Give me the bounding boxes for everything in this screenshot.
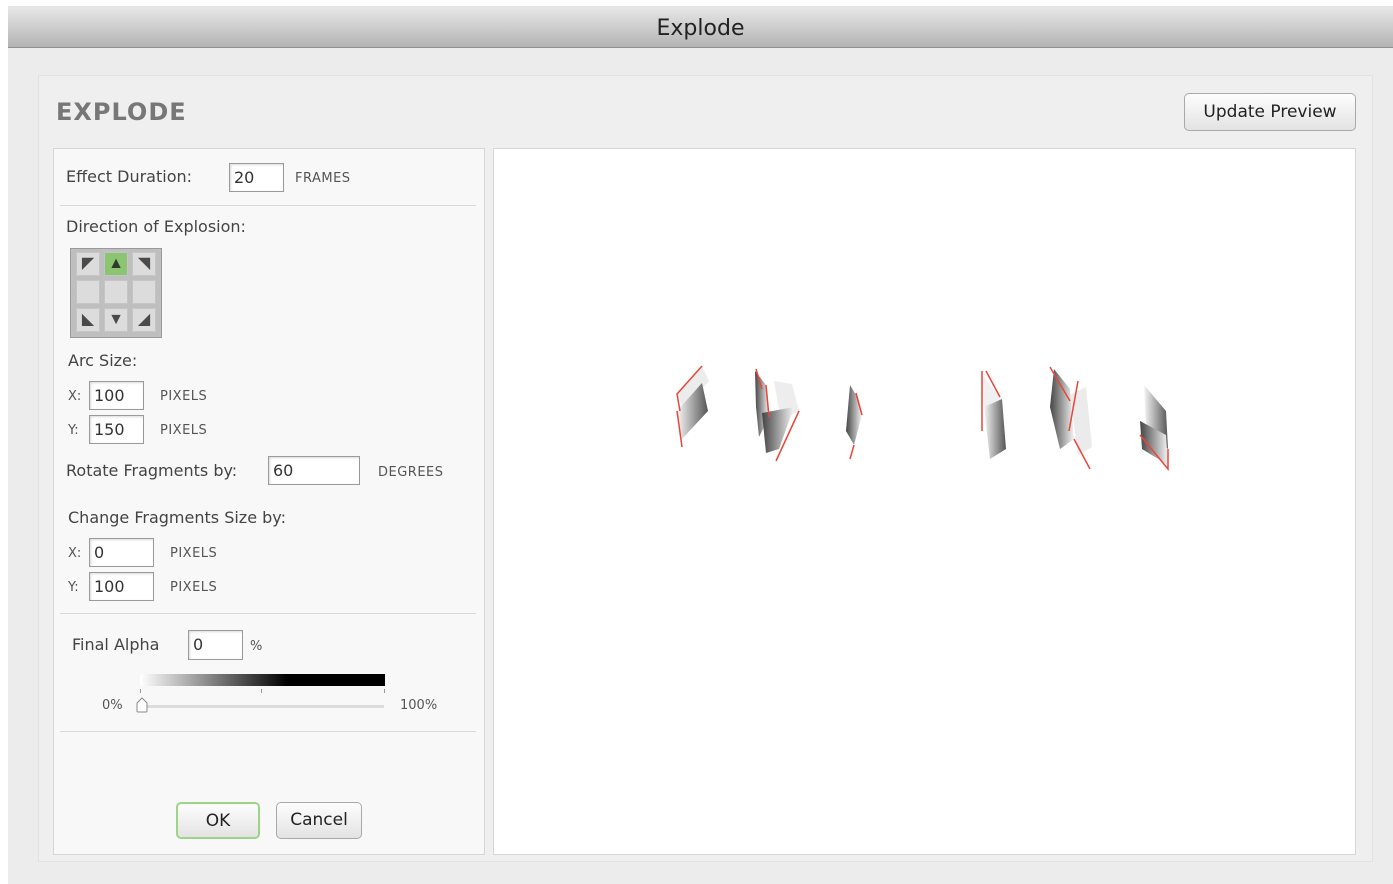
cancel-button[interactable]: Cancel	[276, 802, 362, 839]
explode-panel: EXPLODE Update Preview Effect Duration: …	[38, 75, 1373, 862]
fragment-x-unit: PIXELS	[170, 546, 218, 561]
fragment	[846, 385, 863, 460]
alpha-min-label: 0%	[102, 698, 123, 713]
settings-pane: Effect Duration: 20 FRAMES Direction of …	[53, 148, 485, 855]
final-alpha-input[interactable]: 0	[188, 630, 243, 660]
rotate-input[interactable]: 60	[268, 456, 360, 485]
direction-right-button[interactable]	[132, 280, 156, 304]
direction-center-button[interactable]	[104, 280, 128, 304]
alpha-gradient-bar	[140, 674, 385, 686]
direction-bottom-button[interactable]: ▼	[104, 308, 128, 332]
arc-x-label: X:	[68, 389, 82, 404]
fragment	[1139, 385, 1169, 472]
alpha-max-label: 100%	[400, 698, 438, 713]
fragment-x-input[interactable]: 0	[89, 538, 154, 567]
rotate-label: Rotate Fragments by:	[66, 461, 238, 480]
explode-window: Explode EXPLODE Update Preview Effect Du…	[8, 6, 1393, 884]
fragment-size-label: Change Fragments Size by:	[68, 508, 286, 527]
divider	[60, 205, 476, 206]
fragment-y-input[interactable]: 100	[89, 572, 154, 601]
title-bar[interactable]: Explode	[8, 6, 1393, 48]
rotate-unit: DEGREES	[378, 465, 444, 480]
tick-mark	[261, 689, 262, 693]
fragment	[676, 365, 709, 448]
effect-duration-unit: FRAMES	[295, 171, 351, 186]
effect-duration-input[interactable]: 20	[229, 163, 284, 192]
arc-x-input[interactable]: 100	[89, 381, 144, 410]
divider	[60, 731, 476, 732]
preview-area	[493, 148, 1356, 855]
divider	[60, 613, 476, 614]
fragment-x-label: X:	[68, 546, 82, 561]
arc-x-unit: PIXELS	[160, 389, 208, 404]
fragment	[1049, 366, 1092, 470]
fragment-y-label: Y:	[68, 580, 79, 595]
arc-y-unit: PIXELS	[160, 423, 208, 438]
direction-top-left-button[interactable]: ◤	[76, 252, 100, 276]
direction-bottom-right-button[interactable]: ◢	[132, 308, 156, 332]
tick-mark	[384, 689, 385, 693]
fragment	[981, 370, 1006, 459]
window-title: Explode	[656, 16, 745, 41]
direction-bottom-left-button[interactable]: ◣	[76, 308, 100, 332]
fragment-y-unit: PIXELS	[170, 580, 218, 595]
direction-left-button[interactable]	[76, 280, 100, 304]
final-alpha-unit: %	[250, 639, 263, 654]
arc-y-input[interactable]: 150	[89, 415, 144, 444]
tick-mark	[140, 689, 141, 693]
fragment	[755, 368, 800, 462]
alpha-ticks	[140, 689, 385, 695]
panel-title: EXPLODE	[56, 98, 187, 126]
direction-top-right-button[interactable]: ◥	[132, 252, 156, 276]
effect-duration-label: Effect Duration:	[66, 167, 193, 186]
direction-label: Direction of Explosion:	[66, 217, 246, 236]
direction-top-button[interactable]: ▲	[104, 252, 128, 276]
alpha-slider-track[interactable]	[142, 705, 384, 708]
ok-button[interactable]: OK	[176, 802, 260, 839]
arc-size-label: Arc Size:	[68, 351, 138, 370]
final-alpha-label: Final Alpha	[72, 635, 160, 654]
arc-y-label: Y:	[68, 423, 79, 438]
update-preview-button[interactable]: Update Preview	[1184, 93, 1356, 131]
explode-preview-canvas	[676, 365, 1169, 472]
alpha-slider-thumb[interactable]	[135, 697, 149, 713]
direction-grid: ◤ ▲ ◥ ◣ ▼ ◢	[70, 248, 162, 338]
